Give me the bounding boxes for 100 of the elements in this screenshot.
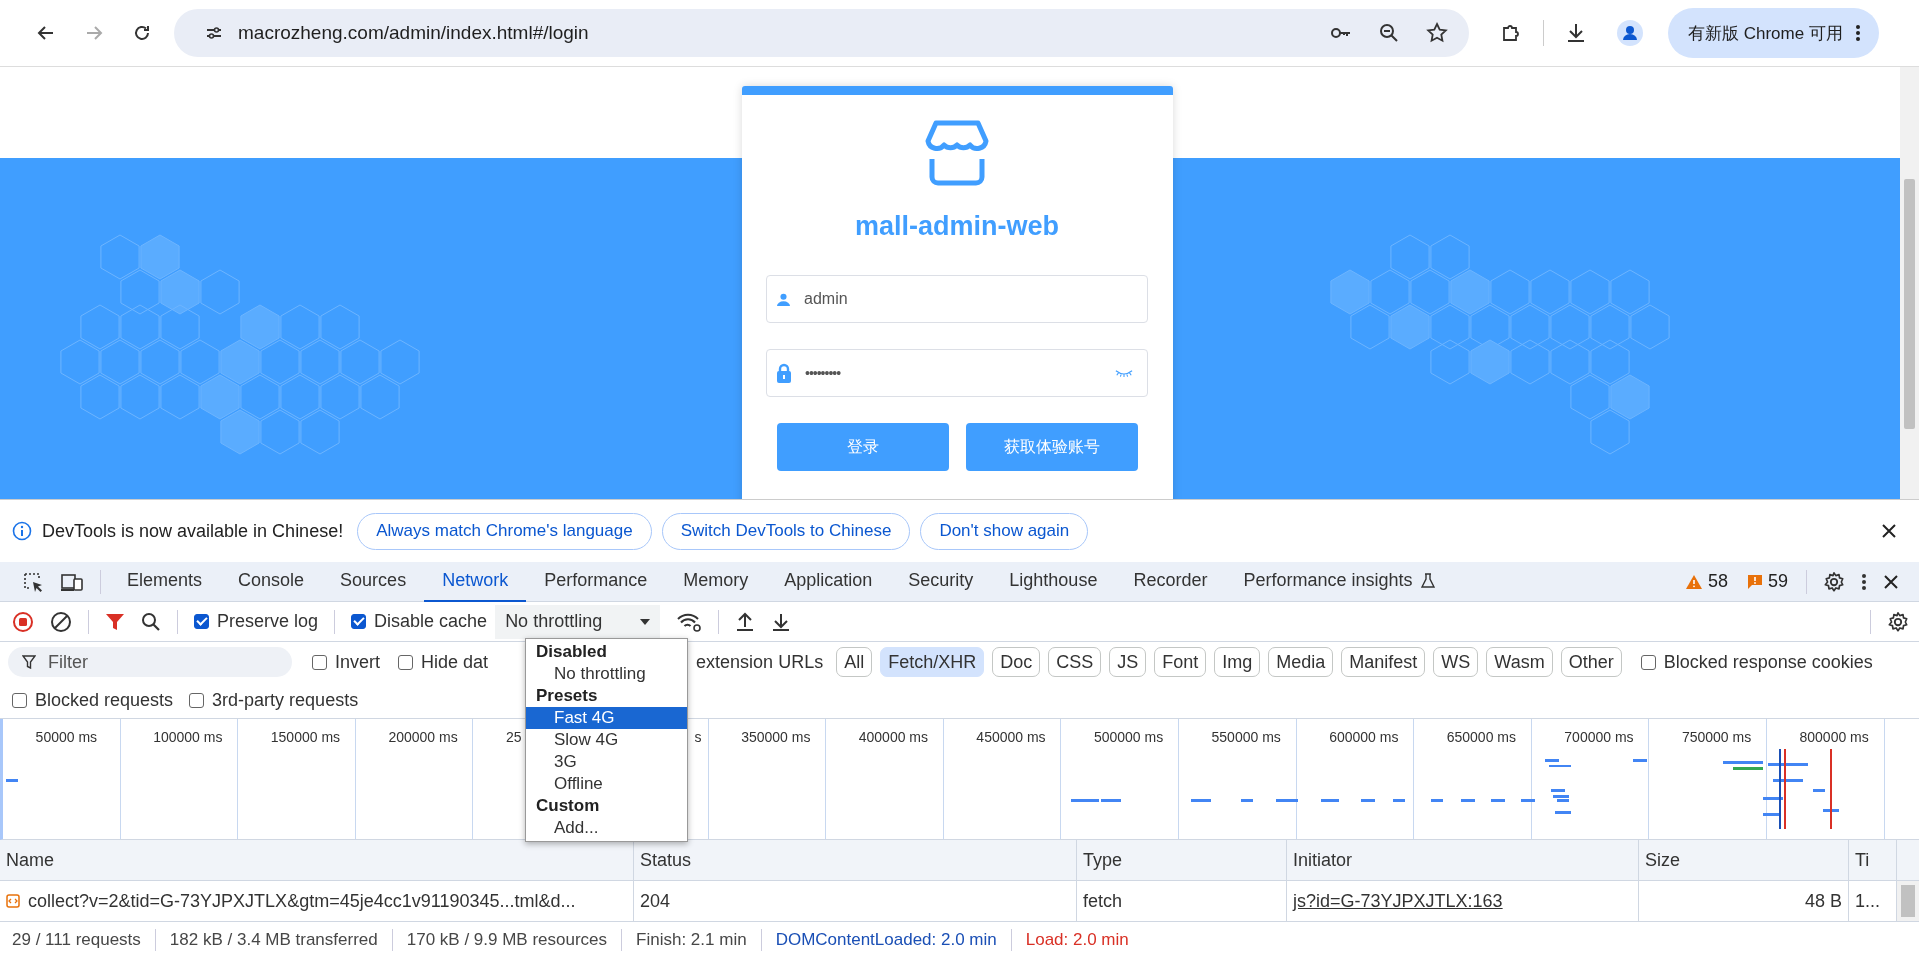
table-cell: fetch [1077, 881, 1287, 921]
update-chrome-button[interactable]: 有新版 Chrome 可用 [1668, 8, 1879, 58]
more-icon [1854, 24, 1861, 42]
filter-checkbox[interactable]: 3rd-party requests [189, 689, 359, 711]
table-scrollbar[interactable] [1897, 881, 1919, 921]
record-icon[interactable] [12, 610, 34, 633]
devtools-tab[interactable]: Application [766, 561, 891, 602]
status-text: Finish: 2.1 min [636, 930, 747, 950]
user-icon [777, 292, 790, 306]
type-filter-chip[interactable]: Img [1214, 647, 1261, 677]
devtools-tab[interactable]: Performance insights [1225, 561, 1453, 602]
menu-group-title: Custom [535, 795, 601, 817]
time-tick-label: 50000 ms [35, 729, 98, 745]
menu-item[interactable]: Add... [526, 817, 687, 839]
status-text: 170 kB / 9.9 MB resources [406, 930, 608, 950]
profile-icon[interactable] [1616, 19, 1644, 47]
filter-checkbox[interactable]: Blocked requests [12, 689, 174, 711]
time-tick-label: 800000 ms [1799, 729, 1869, 745]
fetch-icon [6, 894, 20, 908]
more-icon[interactable] [1861, 572, 1867, 591]
type-filter-chip[interactable]: Media [1268, 647, 1334, 677]
warning-count[interactable]: 58 [1685, 571, 1728, 592]
filter-checkbox[interactable]: Blocked response cookies [1640, 651, 1873, 673]
page-scrollbar[interactable] [1900, 67, 1919, 499]
time-tick-label: 150000 ms [270, 729, 341, 745]
table-cell: 204 [634, 881, 1077, 921]
password-field[interactable]: ••••••••• [766, 349, 1148, 397]
menu-item[interactable]: Fast 4G [526, 707, 687, 729]
infobar-button[interactable]: Always match Chrome's language [357, 512, 652, 550]
filter-field[interactable]: Filter [8, 647, 292, 677]
star-icon[interactable] [1425, 21, 1449, 45]
filter-icon[interactable] [105, 611, 125, 632]
infobar-message: DevTools is now available in Chinese! [42, 520, 344, 542]
time-tick-label: 600000 ms [1329, 729, 1399, 745]
reload-icon[interactable] [132, 23, 152, 43]
type-filter-chip[interactable]: Wasm [1486, 647, 1553, 677]
devtools-tab[interactable]: Lighthouse [991, 561, 1116, 602]
type-filter-chip[interactable]: JS [1109, 647, 1147, 677]
filter-checkbox[interactable]: Hide dat [398, 651, 489, 673]
type-filter-chip[interactable]: CSS [1048, 647, 1102, 677]
app-title: mall-admin-web [855, 211, 1059, 242]
menu-item[interactable]: Slow 4G [526, 729, 687, 751]
time-tick-label: 450000 ms [976, 729, 1046, 745]
checkbox-label[interactable]: extension URLs [696, 651, 824, 673]
devtools-tab[interactable]: Memory [665, 561, 767, 602]
clear-icon[interactable] [50, 610, 72, 633]
menu-item[interactable]: No throttling [526, 663, 687, 685]
url-text: macrozheng.com/admin/index.html#/login [238, 22, 589, 44]
filter-checkbox[interactable]: Invert [312, 651, 381, 673]
throttling-select[interactable]: No throttling [495, 604, 661, 639]
type-filter-chip[interactable]: Other [1560, 647, 1622, 677]
devtools-tab[interactable]: Sources [322, 561, 425, 602]
type-filter-chip[interactable]: Font [1154, 647, 1207, 677]
devtools-tab[interactable]: Elements [109, 561, 221, 602]
devtools-tab[interactable]: Recorder [1115, 561, 1226, 602]
issue-icon [1747, 574, 1762, 589]
search-icon[interactable] [141, 611, 161, 632]
column-header[interactable]: Ti [1849, 840, 1897, 880]
devtools-tab[interactable]: Security [890, 561, 992, 602]
type-filter-chip[interactable]: Manifest [1341, 647, 1426, 677]
column-header[interactable]: Type [1077, 840, 1287, 880]
close-icon[interactable] [1883, 573, 1899, 590]
inspect-icon[interactable] [22, 570, 44, 593]
close-icon[interactable] [1881, 523, 1897, 539]
status-text: 182 kB / 3.4 MB transferred [169, 930, 378, 950]
eye-closed-icon[interactable] [1115, 368, 1133, 378]
devtools-tab[interactable]: Console [220, 561, 323, 602]
time-tick-label: s [694, 729, 702, 745]
warning-icon [1685, 574, 1702, 589]
status-text: Load: 2.0 min [1025, 930, 1129, 950]
type-filter-chip[interactable]: Fetch/XHR [880, 647, 985, 677]
menu-group-title: Presets [535, 685, 599, 707]
request-name: collect?v=2&tid=G-73YJPXJTLX&gtm=45je4cc1v91190345...tml&d... [28, 890, 576, 912]
type-filter-chip[interactable]: All [836, 647, 873, 677]
username-field[interactable]: admin [766, 275, 1148, 323]
upload-icon[interactable] [735, 611, 756, 632]
initiator-link[interactable]: js?id=G-73YJPXJTLX:163 [1293, 890, 1503, 912]
caret-icon [640, 618, 651, 625]
infobar-button[interactable]: Don't show again [920, 512, 1089, 550]
filter-icon [22, 655, 36, 669]
type-filter-chip[interactable]: Doc [992, 647, 1041, 677]
column-header[interactable]: Size [1639, 840, 1849, 880]
settings-icon[interactable] [1887, 610, 1909, 633]
address-bar[interactable]: macrozheng.com/admin/index.html#/login [174, 9, 1469, 57]
menu-item[interactable]: Offline [526, 773, 687, 795]
type-filter-chip[interactable]: WS [1433, 647, 1479, 677]
menu-item[interactable]: 3G [526, 751, 687, 773]
issue-count[interactable]: 59 [1747, 571, 1788, 592]
toolbar-checkbox[interactable]: Disable cache [351, 611, 488, 632]
devtools-tab[interactable]: Performance [526, 561, 666, 602]
time-tick-label: 400000 ms [858, 729, 929, 745]
toolbar-checkbox[interactable]: Preserve log [194, 611, 319, 632]
settings-icon[interactable] [1823, 570, 1845, 593]
column-header[interactable]: Initiator [1287, 840, 1639, 880]
download-icon[interactable] [771, 611, 792, 632]
menu-group-title: Disabled [535, 641, 608, 663]
table-cell[interactable]: collect?v=2&tid=G-73YJPXJTLX&gtm=45je4cc1v91190345...tml&d... [0, 881, 634, 921]
time-tick-label: 750000 ms [1681, 729, 1752, 745]
infobar-button[interactable]: Switch DevTools to Chinese [661, 512, 911, 550]
time-tick-label: 550000 ms [1211, 729, 1281, 745]
